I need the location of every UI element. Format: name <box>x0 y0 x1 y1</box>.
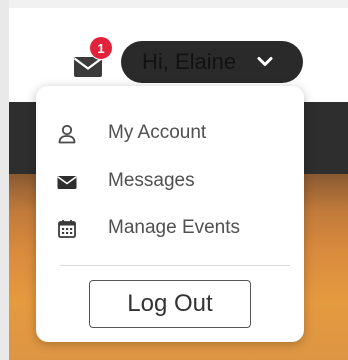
menu-divider <box>60 265 290 266</box>
user-greeting: Hi, Elaine <box>142 49 237 74</box>
page-edge <box>0 0 9 360</box>
menu-item-label: Messages <box>108 170 195 191</box>
menu-item-label: My Account <box>108 122 207 143</box>
calendar-icon <box>58 220 76 238</box>
user-icon <box>58 124 76 144</box>
notification-badge: 1 <box>89 36 113 60</box>
menu-item-manage-events[interactable]: Manage Events <box>36 208 304 248</box>
user-menu-button[interactable]: Hi, Elaine <box>121 41 303 83</box>
envelope-icon <box>57 176 77 189</box>
menu-item-my-account[interactable]: My Account <box>36 113 304 153</box>
log-out-button[interactable]: Log Out <box>89 280 251 328</box>
menu-item-messages[interactable]: Messages <box>36 161 304 201</box>
menu-item-label: Manage Events <box>108 217 241 238</box>
chevron-down-icon <box>257 57 273 66</box>
user-dropdown-menu: My Account Messages Manage Events Log Ou… <box>36 86 304 342</box>
top-strip <box>0 0 348 8</box>
